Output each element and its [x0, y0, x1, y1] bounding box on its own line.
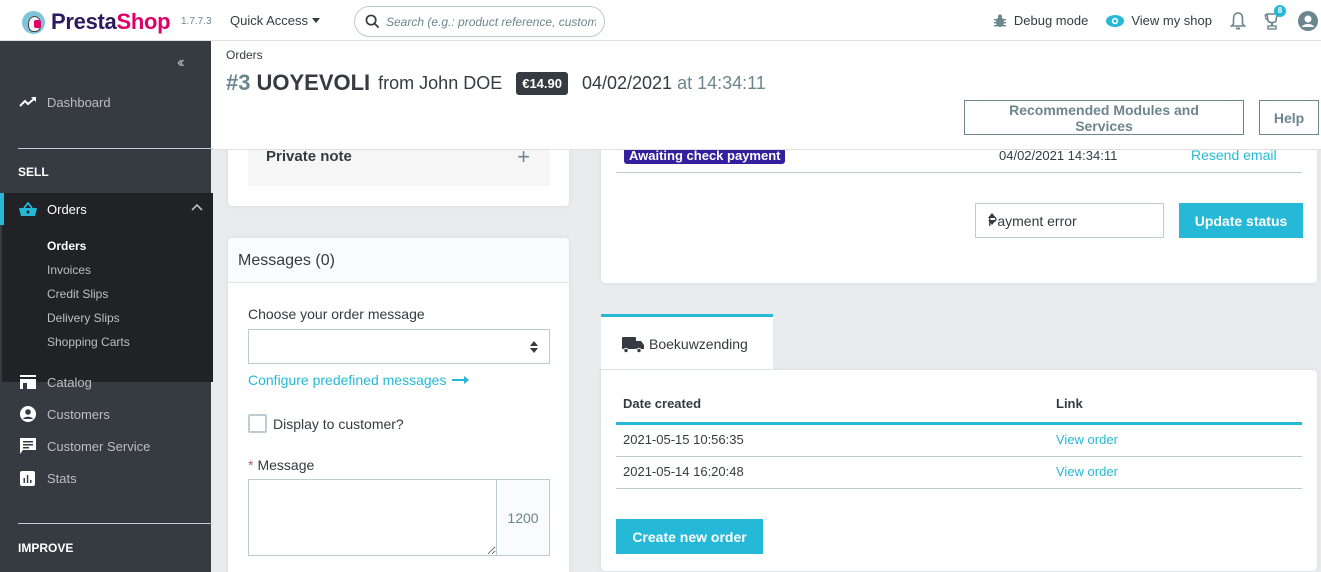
order-message-select[interactable] — [248, 329, 550, 364]
order-message-label: Choose your order message — [248, 306, 425, 322]
sidebar-item-dashboard[interactable]: Dashboard — [2, 86, 213, 118]
status-select[interactable]: Payment error — [975, 203, 1164, 238]
trending-up-icon — [18, 97, 36, 107]
store-icon — [19, 375, 36, 389]
shipments-table: Date created Link 2021-05-15 10:56:35 Vi… — [616, 390, 1302, 489]
arrow-right-icon — [452, 376, 470, 384]
messages-title: Messages (0) — [238, 252, 335, 269]
order-time: at 14:34:11 — [677, 72, 766, 93]
double-chevron-left-icon: ‹‹ — [177, 54, 184, 71]
orders-menu-group: Orders Orders Invoices Credit Slips Deli… — [0, 193, 213, 382]
recommended-modules-button[interactable]: Recommended Modules and Services — [964, 100, 1244, 135]
chevron-up-icon — [191, 203, 203, 211]
table-header: Date created Link — [616, 390, 1302, 425]
order-customer: from John DOE — [378, 72, 503, 93]
order-date: 04/02/2021 — [581, 72, 673, 93]
private-note-title: Private note — [266, 148, 352, 165]
character-counter: 1200 — [497, 480, 549, 555]
column-header-date-created: Date created — [623, 396, 702, 411]
select-arrows-icon — [530, 341, 538, 353]
update-status-button[interactable]: Update status — [1179, 203, 1303, 238]
top-header: PrestaShop 1.7.7.3 Quick Access Debug mo… — [0, 0, 1321, 41]
order-number: #3 — [226, 70, 251, 95]
row-date: 2021-05-15 10:56:35 — [623, 432, 744, 447]
puffin-logo-icon — [22, 10, 45, 34]
trophy-button[interactable]: 8 — [1264, 4, 1286, 30]
section-title-improve: IMPROVE — [18, 541, 74, 555]
order-reference: UOYEVOLI — [256, 70, 371, 95]
page-title: #3 UOYEVOLI from John DOE €14.90 04/02/2… — [226, 70, 766, 96]
messages-header: Messages (0) — [228, 238, 569, 283]
table-row: 2021-05-14 16:20:48 View order — [616, 457, 1302, 489]
truck-icon — [622, 337, 644, 353]
view-order-link[interactable]: View order — [1056, 432, 1118, 447]
configure-predefined-messages-link[interactable]: Configure predefined messages — [248, 372, 470, 388]
view-my-shop-label: View my shop — [1131, 13, 1212, 28]
account-button[interactable] — [1298, 10, 1318, 31]
debug-mode-link[interactable]: Debug mode — [993, 13, 1088, 28]
view-my-shop-link[interactable]: View my shop — [1106, 13, 1212, 28]
bell-icon — [1230, 11, 1246, 29]
section-title-sell: SELL — [18, 165, 49, 179]
search-box[interactable] — [354, 6, 605, 37]
sidebar-subitem-delivery-slips[interactable]: Delivery Slips — [47, 311, 120, 325]
sidebar: ‹‹ Dashboard SELL Orders Orders Invoices… — [0, 41, 213, 572]
search-input[interactable] — [386, 14, 596, 29]
status-divider — [616, 172, 1302, 173]
sidebar-divider — [18, 148, 213, 149]
sidebar-subitem-orders[interactable]: Orders — [47, 239, 86, 253]
sidebar-item-stats[interactable]: Stats — [2, 462, 213, 494]
sidebar-item-orders[interactable]: Orders — [2, 193, 213, 225]
sidebar-item-catalog[interactable]: Catalog — [2, 366, 213, 398]
breadcrumb-orders[interactable]: Orders — [226, 48, 263, 62]
display-to-customer-checkbox[interactable] — [248, 414, 267, 433]
prestashop-logo[interactable]: PrestaShop — [22, 9, 171, 35]
user-circle-icon — [1298, 10, 1318, 31]
create-new-order-button[interactable]: Create new order — [616, 519, 763, 554]
sidebar-item-customers[interactable]: Customers — [2, 398, 213, 430]
display-to-customer-label[interactable]: Display to customer? — [273, 416, 404, 432]
status-badge: Awaiting check payment — [624, 148, 786, 164]
sidebar-subitem-credit-slips[interactable]: Credit Slips — [47, 287, 108, 301]
tab-label: Boekuwzending — [649, 336, 748, 352]
quick-access-dropdown[interactable]: Quick Access — [230, 13, 321, 28]
help-button[interactable]: Help — [1259, 100, 1319, 135]
sidebar-item-customer-service[interactable]: Customer Service — [2, 430, 213, 462]
logo-text: PrestaShop — [51, 9, 171, 34]
version-label: 1.7.7.3 — [181, 16, 212, 27]
eye-icon — [1106, 14, 1125, 27]
shopping-basket-icon — [18, 201, 37, 216]
view-order-link[interactable]: View order — [1056, 464, 1118, 479]
debug-mode-label: Debug mode — [1013, 13, 1089, 28]
status-date: 04/02/2021 14:34:11 — [999, 148, 1118, 163]
bar-chart-icon — [20, 470, 35, 486]
notifications-button[interactable] — [1230, 11, 1246, 30]
sidebar-subitem-shopping-carts[interactable]: Shopping Carts — [47, 335, 130, 349]
collapse-sidebar-button[interactable]: ‹‹ — [177, 54, 184, 72]
sidebar-divider — [18, 523, 213, 524]
message-textarea[interactable] — [249, 480, 497, 555]
tab-boekuwzending[interactable]: Boekuwzending — [601, 314, 773, 370]
required-asterisk: * — [248, 457, 254, 473]
chat-icon — [19, 438, 36, 454]
select-arrows-icon — [988, 213, 996, 225]
search-icon — [365, 14, 380, 29]
table-row: 2021-05-15 10:56:35 View order — [616, 425, 1302, 457]
column-header-link: Link — [1056, 396, 1083, 411]
message-label: * Message — [248, 457, 315, 473]
order-total-badge: €14.90 — [516, 71, 568, 95]
shipping-card: Date created Link 2021-05-15 10:56:35 Vi… — [600, 369, 1318, 572]
notification-count-badge: 8 — [1274, 4, 1286, 17]
sidebar-subitem-invoices[interactable]: Invoices — [47, 263, 91, 277]
account-circle-icon — [19, 406, 36, 422]
bug-icon — [993, 14, 1006, 27]
page-header: Orders #3 UOYEVOLI from John DOE €14.90 … — [211, 41, 1321, 150]
messages-card: Messages (0) Choose your order message C… — [227, 237, 570, 572]
caret-down-icon — [312, 18, 321, 23]
message-field-group: 1200 — [248, 479, 550, 556]
row-date: 2021-05-14 16:20:48 — [623, 464, 744, 479]
